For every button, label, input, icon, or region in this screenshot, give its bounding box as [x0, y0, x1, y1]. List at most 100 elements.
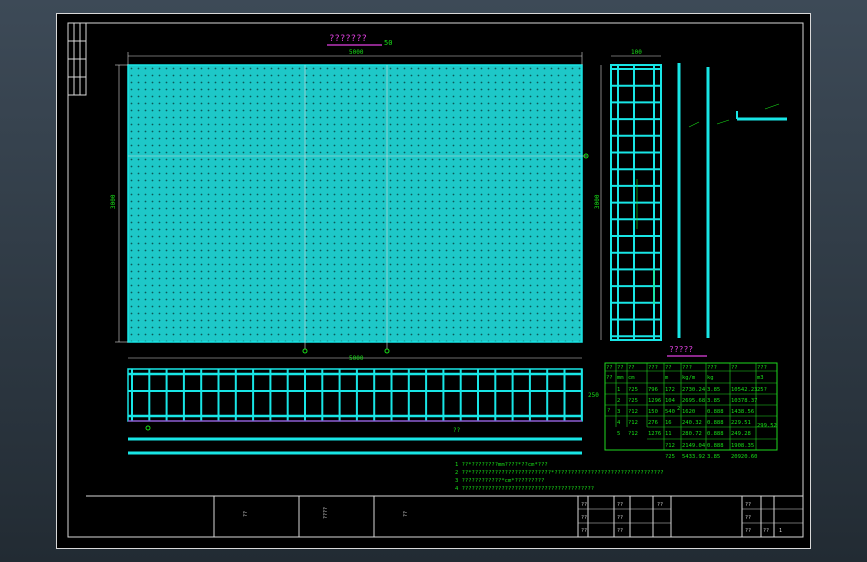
table-header-cell: ??? — [648, 365, 658, 371]
table-cell: ?12 — [628, 431, 638, 437]
table-subtotal-cell: 0.888 — [707, 443, 724, 449]
note-2: 2 ??*????????????????????????*??????????… — [455, 470, 664, 476]
table-cell: 104 — [665, 398, 676, 404]
table-subtotal-cell: ?25 — [665, 454, 675, 460]
table-header-cell: ?? — [606, 365, 613, 371]
table-title: ????? — [669, 345, 693, 354]
title-cell-14: ?? — [763, 528, 769, 534]
table-cell: ?12 — [628, 409, 638, 415]
table-cell: 1 — [617, 387, 620, 393]
table-unit-cell: mm — [617, 375, 624, 381]
side-dim-width: 100 — [631, 49, 642, 56]
table-cell: 229.51 — [731, 420, 751, 426]
table-cell: 0.888 — [707, 409, 724, 415]
elevation-dim-height: 250 — [588, 392, 599, 399]
table-subtotal-cell: 1908.35 — [731, 443, 754, 449]
table-cell: 240.32 — [682, 420, 702, 426]
plan-dim-width: 5000 — [349, 49, 364, 56]
table-cell: 11 — [665, 431, 672, 437]
table-cell: 25? — [757, 387, 767, 393]
elevation-frame — [127, 368, 583, 422]
table-subtotal-cell: 2149.04 — [682, 443, 706, 449]
table-subtotal-cell: 20920.60 — [731, 454, 758, 460]
table-cell: 172 — [665, 387, 675, 393]
table-cell: 3.85 — [707, 398, 720, 404]
note-3: 3 ????????????*cm*????????? — [455, 478, 544, 484]
title-cell-12: ?? — [745, 515, 751, 521]
note-1: 1 ??*????????mm????*??cm*??? — [455, 462, 548, 468]
table-cell: 150 — [648, 409, 658, 415]
table-unit-cell: ?? — [606, 375, 613, 381]
plan-title: ??????? — [329, 34, 367, 44]
title-block — [86, 495, 803, 537]
title-cell-5: ?? — [581, 515, 587, 521]
table-header-cell: ?? — [665, 365, 672, 371]
table-cell: 2 — [617, 398, 620, 404]
plan-view — [115, 52, 589, 354]
sheet-number: 1 — [779, 528, 782, 534]
side-view — [600, 55, 787, 341]
table-unit-cell: cm — [628, 375, 635, 381]
plan-dim-height: 3000 — [110, 194, 117, 209]
table-cell: 249.28 — [731, 431, 751, 437]
table-subtotal-cell: 5433.92 — [682, 454, 705, 460]
elevation-stirrups — [131, 369, 583, 421]
table-header-cell: ??? — [682, 365, 692, 371]
table-cell: 0.888 — [707, 431, 724, 437]
table-side-mark: 2 — [677, 406, 680, 412]
table-cell: 1276 — [648, 431, 661, 437]
table-cell: 0.888 — [707, 420, 724, 426]
elevation-dim-width: 5000 — [349, 355, 364, 362]
table-cell: 4 — [617, 420, 621, 426]
title-cell-2: ???? — [323, 507, 329, 519]
table-cell: ?12 — [628, 420, 638, 426]
table-header-cell: ?? — [617, 365, 624, 371]
title-cell-7: ?? — [617, 502, 623, 508]
table-header-cell: ?? — [628, 365, 635, 371]
table-cell: 3 — [617, 409, 620, 415]
table-cell: 1438.56 — [731, 409, 754, 415]
table-cell: 276 — [648, 420, 658, 426]
drawing-sheet: ???????????????????????? mm cm m kg/m kg m3 1 ?2… — [56, 13, 811, 549]
table-unit-cell: kg/m — [682, 375, 696, 381]
plan-mesh — [127, 64, 583, 343]
table-cell: 2730.24 — [682, 387, 706, 393]
side-dim-height: 3000 — [594, 194, 601, 209]
table-header-cell: ??? — [757, 365, 767, 371]
title-cell-13: ?? — [745, 528, 751, 534]
title-cell-3: ?? — [403, 511, 409, 517]
table-subtotal-cell: 3.85 — [707, 454, 720, 460]
title-cell-9: ?? — [617, 528, 623, 534]
title-cell-1: ?? — [243, 511, 249, 517]
title-cell-11: ?? — [745, 502, 751, 508]
notes-heading: ?? — [453, 427, 461, 434]
table-cell: 796 — [648, 387, 658, 393]
title-cell-4: ?? — [581, 502, 587, 508]
table-cell: 540 — [665, 409, 675, 415]
elevation-view — [127, 357, 583, 455]
table-cell: 2695.68 — [682, 398, 705, 404]
table-header-cell: ??? — [707, 365, 717, 371]
title-cell-6: ?? — [581, 528, 587, 534]
table-cell: 280.72 — [682, 431, 702, 437]
table-cell: 10542.23 — [731, 387, 758, 393]
table-unit-cell: kg — [707, 375, 714, 381]
table-unit-cell: m3 — [757, 375, 764, 381]
title-cell-10: ?? — [657, 502, 663, 508]
table-group-label: ? — [607, 408, 610, 414]
table-cell: 1296 — [648, 398, 661, 404]
table-cell: ?25 — [628, 398, 638, 404]
cad-drawing: ???????????????????????? mm cm m kg/m kg m31 ?2… — [67, 22, 804, 538]
table-cell: 10378.37 — [731, 398, 758, 404]
table-unit-cell: m — [665, 375, 669, 381]
plan-scale: 50 — [384, 39, 392, 47]
table-header-cell: ?? — [731, 365, 738, 371]
table-cell: 5 — [617, 431, 620, 437]
table-cell: 1620 — [682, 409, 695, 415]
table-subtotal-cell: ?12 — [665, 443, 675, 449]
quantity-table: ???????????????????????? mm cm m kg/m kg m31 ?2… — [604, 362, 778, 460]
table-cell: ?25 — [628, 387, 638, 393]
table-cell: 16 — [665, 420, 672, 426]
title-cell-8: ?? — [617, 515, 623, 521]
table-cell: 3.85 — [707, 387, 720, 393]
